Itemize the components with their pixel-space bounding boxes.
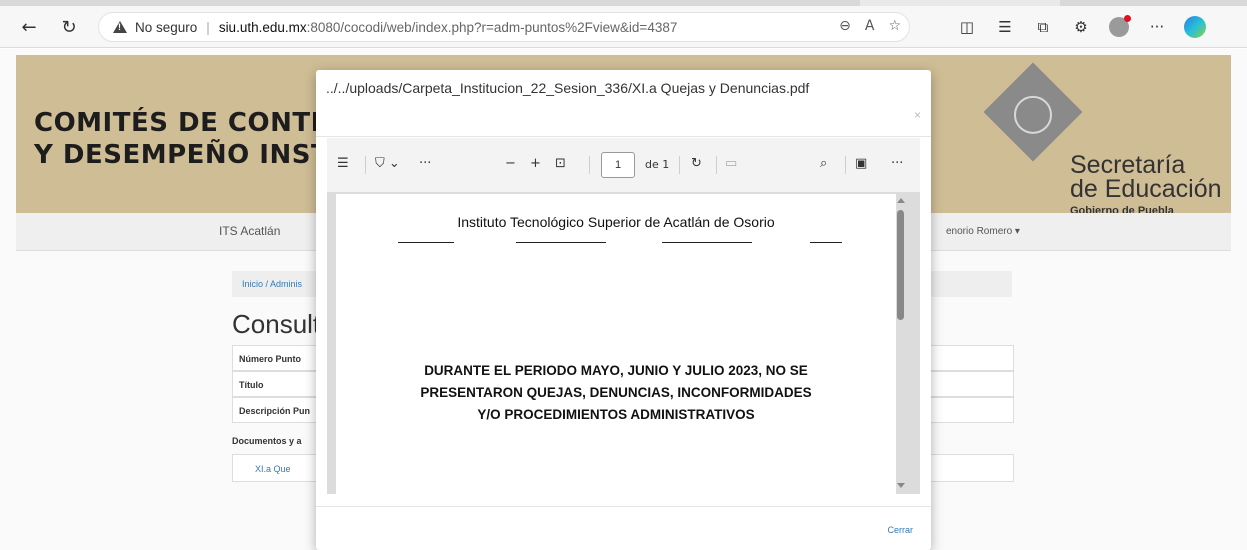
more-options-icon[interactable]: ··· — [891, 156, 903, 171]
favorites-icon[interactable]: ☰ — [990, 12, 1020, 42]
pdf-scrollbar[interactable] — [894, 194, 908, 494]
close-icon[interactable]: × — [914, 108, 921, 122]
favorite-icon[interactable]: ☆ — [888, 18, 901, 34]
address-bar[interactable]: No seguro | siu.uth.edu.mx:8080/cocodi/w… — [98, 12, 910, 42]
url-host[interactable]: siu.uth.edu.mx — [219, 20, 307, 35]
split-screen-icon[interactable]: ◫ — [952, 12, 982, 42]
more-icon[interactable]: ··· — [1142, 12, 1172, 42]
pdf-viewer: ☰ ⛉ ⌄ ··· − + ⊡ 1 de 1 ↻ ▭ ⌕ ▣ ··· Insti… — [327, 138, 920, 494]
rotate-icon[interactable]: ↻ — [691, 156, 702, 171]
pdf-page: Instituto Tecnológico Superior de Acatlá… — [336, 194, 896, 494]
url-path[interactable]: :8080/cocodi/web/index.php?r=adm-puntos%… — [307, 20, 678, 35]
pdf-header-text: Instituto Tecnológico Superior de Acatlá… — [457, 214, 775, 230]
search-icon[interactable]: ⌕ — [820, 156, 827, 171]
pdf-modal: ../../uploads/Carpeta_Institucion_22_Ses… — [316, 70, 931, 550]
pdf-body-line3: Y/O PROCEDIMIENTOS ADMINISTRATIVOS — [477, 407, 755, 422]
nav-user-menu[interactable]: enorio Romero ▾ — [946, 226, 1020, 237]
page-number-input[interactable]: 1 — [601, 152, 635, 178]
zoom-in-icon[interactable]: + — [530, 156, 541, 171]
collections-icon[interactable]: ⧉ — [1028, 12, 1058, 42]
read-aloud-icon[interactable]: A — [865, 18, 875, 34]
documents-label: Documentos y a — [232, 436, 302, 446]
extensions-icon[interactable]: ⚙ — [1066, 12, 1096, 42]
close-button[interactable]: Cerrar — [887, 525, 913, 535]
scroll-thumb[interactable] — [897, 210, 904, 320]
page-view-icon[interactable]: ▭ — [725, 156, 737, 171]
more-tools-icon[interactable]: ··· — [419, 156, 431, 171]
pdf-body-line1: DURANTE EL PERIODO MAYO, JUNIO Y JULIO 2… — [424, 363, 808, 378]
nav-brand[interactable]: ITS Acatlán — [219, 224, 280, 238]
modal-title: ../../uploads/Carpeta_Institucion_22_Ses… — [326, 80, 810, 96]
security-label[interactable]: No seguro — [135, 20, 197, 35]
zoom-icon[interactable]: ⊖ — [839, 18, 851, 34]
save-icon[interactable]: ▣ — [855, 156, 867, 171]
page-total: de 1 — [645, 158, 670, 171]
scroll-up-icon[interactable] — [897, 198, 905, 203]
warning-icon[interactable] — [113, 21, 127, 33]
modal-header: ../../uploads/Carpeta_Institucion_22_Ses… — [316, 70, 931, 137]
page-title: Consult — [232, 309, 321, 339]
modal-footer: Cerrar — [316, 506, 931, 550]
pdf-body-line2: PRESENTARON QUEJAS, DENUNCIAS, INCONFORM… — [420, 385, 812, 400]
profile-avatar[interactable] — [1104, 12, 1134, 42]
refresh-icon[interactable]: ↻ — [54, 12, 84, 42]
secretaria-logo-icon — [983, 62, 1083, 162]
secretaria-line2: de Educación — [1070, 175, 1222, 203]
pdf-header-rule — [398, 242, 842, 243]
back-icon[interactable]: ← — [14, 12, 44, 42]
zoom-out-icon[interactable]: − — [505, 156, 516, 171]
fit-page-icon[interactable]: ⊡ — [555, 156, 566, 171]
table-of-contents-icon[interactable]: ☰ — [337, 156, 349, 171]
browser-toolbar: ← ↻ No seguro | siu.uth.edu.mx:8080/coco… — [0, 6, 1247, 48]
pdf-toolbar: ☰ ⛉ ⌄ ··· − + ⊡ 1 de 1 ↻ ▭ ⌕ ▣ ··· — [327, 138, 920, 192]
scroll-down-icon[interactable] — [897, 483, 905, 488]
draw-icon[interactable]: ⛉ ⌄ — [375, 156, 400, 171]
address-separator: | — [206, 19, 210, 35]
copilot-icon[interactable] — [1180, 12, 1210, 42]
pdf-body-text: DURANTE EL PERIODO MAYO, JUNIO Y JULIO 2… — [336, 360, 896, 426]
